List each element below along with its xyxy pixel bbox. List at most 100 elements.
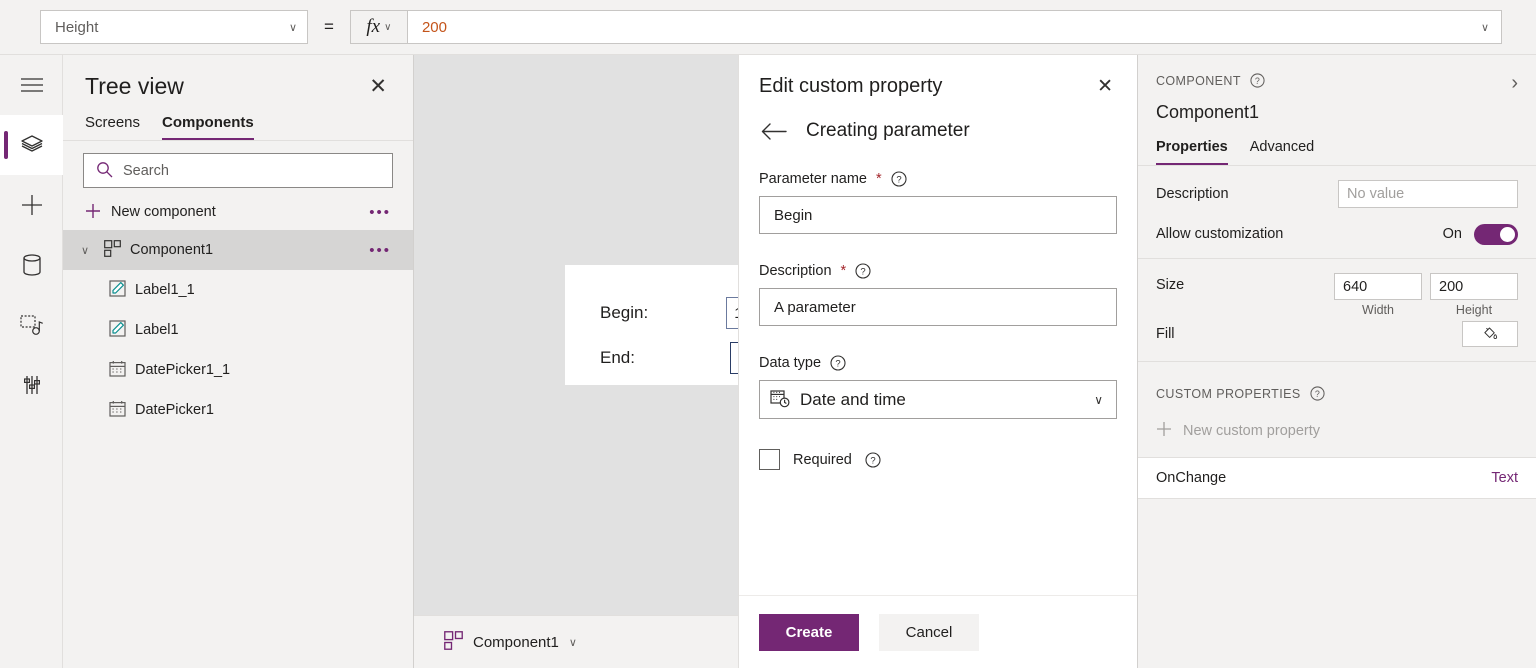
svg-text:?: ? xyxy=(896,175,901,186)
allow-customization-label: Allow customization xyxy=(1156,226,1283,242)
fx-icon: fx xyxy=(366,16,380,38)
new-component-button[interactable]: New component xyxy=(63,203,216,222)
media-button[interactable] xyxy=(0,295,63,355)
width-input[interactable]: 640 xyxy=(1334,273,1422,300)
tree-view-layers-icon xyxy=(21,135,43,155)
custom-property-row-onchange[interactable]: OnChange Text xyxy=(1138,457,1536,499)
fx-button[interactable]: fx ∨ xyxy=(350,10,408,44)
formula-bar: Height ∨ = fx ∨ 200 ∨ xyxy=(0,0,1536,55)
svg-text:?: ? xyxy=(861,267,866,278)
data-type-label: Data type xyxy=(759,355,821,371)
tree-item-overflow-icon[interactable]: ••• xyxy=(369,242,391,259)
back-arrow-icon[interactable] xyxy=(761,123,787,140)
parameter-name-input[interactable]: Begin xyxy=(759,196,1117,234)
allow-customization-state: On xyxy=(1443,226,1462,242)
component-icon xyxy=(104,240,121,260)
description-property-label: Description xyxy=(1156,186,1229,202)
tab-properties[interactable]: Properties xyxy=(1156,139,1228,165)
help-icon[interactable]: ? xyxy=(865,452,881,468)
insert-button[interactable] xyxy=(0,175,63,235)
canvas-label-end: End: xyxy=(600,348,635,368)
required-asterisk: * xyxy=(841,263,847,279)
chevron-down-icon[interactable]: ∨ xyxy=(81,244,95,257)
data-type-dropdown[interactable]: Date and time ∨ xyxy=(759,380,1117,419)
tree-search-wrapper: Search xyxy=(63,141,413,188)
chevron-down-icon[interactable]: ∨ xyxy=(569,636,583,649)
help-icon[interactable]: ? xyxy=(855,263,871,279)
size-inputs: 640 Width 200 Height xyxy=(1334,273,1518,317)
allow-customization-control: On xyxy=(1443,224,1518,245)
component-icon xyxy=(444,631,463,653)
custom-property-type[interactable]: Text xyxy=(1491,470,1518,486)
property-selector-value: Height xyxy=(55,19,98,36)
tree-item-label1-1[interactable]: Label1_1 xyxy=(63,270,413,310)
width-field: 640 Width xyxy=(1334,273,1422,317)
allow-customization-toggle[interactable] xyxy=(1474,224,1518,245)
description-input[interactable]: A parameter xyxy=(759,288,1117,326)
close-icon[interactable]: ✕ xyxy=(1093,75,1117,98)
tree-view-header: Tree view ✕ xyxy=(63,55,413,100)
new-component-row[interactable]: New component ••• xyxy=(63,194,413,230)
description-label: Description xyxy=(759,263,832,279)
chevron-down-icon: ∨ xyxy=(1094,393,1103,407)
description-property-input[interactable]: No value xyxy=(1338,180,1518,208)
advanced-tools-button[interactable] xyxy=(0,355,63,415)
tab-screens[interactable]: Screens xyxy=(85,114,140,140)
tree-item-datepicker1[interactable]: DatePicker1 xyxy=(63,390,413,430)
hamburger-menu-icon xyxy=(21,77,43,93)
properties-panel-header: COMPONENT ? › xyxy=(1138,55,1536,93)
chevron-down-icon: ∨ xyxy=(289,21,297,34)
formula-input[interactable]: 200 ∨ xyxy=(408,10,1502,44)
fill-color-button[interactable] xyxy=(1462,321,1518,347)
height-caption: Height xyxy=(1456,303,1492,317)
property-selector[interactable]: Height ∨ xyxy=(40,10,308,44)
new-custom-property-button[interactable]: New custom property xyxy=(1138,401,1536,441)
tree-item-component1-label: Component1 xyxy=(130,242,213,258)
chevron-down-icon[interactable]: ∨ xyxy=(1481,21,1489,34)
formula-value: 200 xyxy=(422,19,447,36)
hamburger-menu-button[interactable] xyxy=(0,55,63,115)
help-icon[interactable]: ? xyxy=(891,171,907,187)
insert-plus-icon xyxy=(21,194,43,216)
close-icon[interactable]: ✕ xyxy=(365,74,391,99)
tree-item-datepicker1-1-content: DatePicker1_1 xyxy=(109,360,230,380)
tree-view-panel: Tree view ✕ Screens Components Search xyxy=(63,55,414,668)
create-button[interactable]: Create xyxy=(759,614,859,651)
tree-item-label1-1-label: Label1_1 xyxy=(135,282,195,298)
height-input[interactable]: 200 xyxy=(1430,273,1518,300)
tree-item-label1[interactable]: Label1 xyxy=(63,310,413,350)
data-button[interactable] xyxy=(0,235,63,295)
size-property-label: Size xyxy=(1156,277,1184,293)
label-icon xyxy=(109,280,126,300)
new-component-overflow-icon[interactable]: ••• xyxy=(369,204,391,221)
chevron-down-icon: ∨ xyxy=(384,22,391,33)
custom-property-name: OnChange xyxy=(1156,470,1226,486)
svg-text:?: ? xyxy=(1314,389,1319,399)
tab-advanced[interactable]: Advanced xyxy=(1250,139,1315,165)
properties-panel: COMPONENT ? › Component1 Properties Adva… xyxy=(1138,55,1536,668)
parameter-name-label-row: Parameter name * ? xyxy=(759,171,1117,187)
tree-item-component1[interactable]: ∨ Component1 ••• xyxy=(63,230,413,270)
canvas-label-begin: Begin: xyxy=(600,303,648,323)
tree-item-datepicker1-1-label: DatePicker1_1 xyxy=(135,362,230,378)
custom-properties-heading-row: CUSTOM PROPERTIES ? xyxy=(1138,366,1536,401)
date-time-icon xyxy=(770,388,790,411)
data-database-icon xyxy=(22,254,42,276)
tree-view-title: Tree view xyxy=(85,73,184,100)
left-icon-rail xyxy=(0,55,63,668)
help-icon[interactable]: ? xyxy=(1310,386,1325,401)
new-component-label: New component xyxy=(111,204,216,220)
tree-view-button[interactable] xyxy=(0,115,63,175)
paint-bucket-icon xyxy=(1482,325,1498,344)
help-icon[interactable]: ? xyxy=(1250,73,1265,88)
required-checkbox[interactable] xyxy=(759,449,780,470)
search-input[interactable]: Search xyxy=(83,153,393,188)
width-caption: Width xyxy=(1362,303,1394,317)
tree-item-datepicker1-1[interactable]: DatePicker1_1 xyxy=(63,350,413,390)
power-apps-studio: Height ∨ = fx ∨ 200 ∨ xyxy=(0,0,1536,668)
tab-components[interactable]: Components xyxy=(162,114,254,140)
allow-customization-row: Allow customization On xyxy=(1138,214,1536,254)
expand-panel-icon[interactable]: › xyxy=(1511,73,1518,93)
help-icon[interactable]: ? xyxy=(830,355,846,371)
cancel-button[interactable]: Cancel xyxy=(879,614,979,651)
